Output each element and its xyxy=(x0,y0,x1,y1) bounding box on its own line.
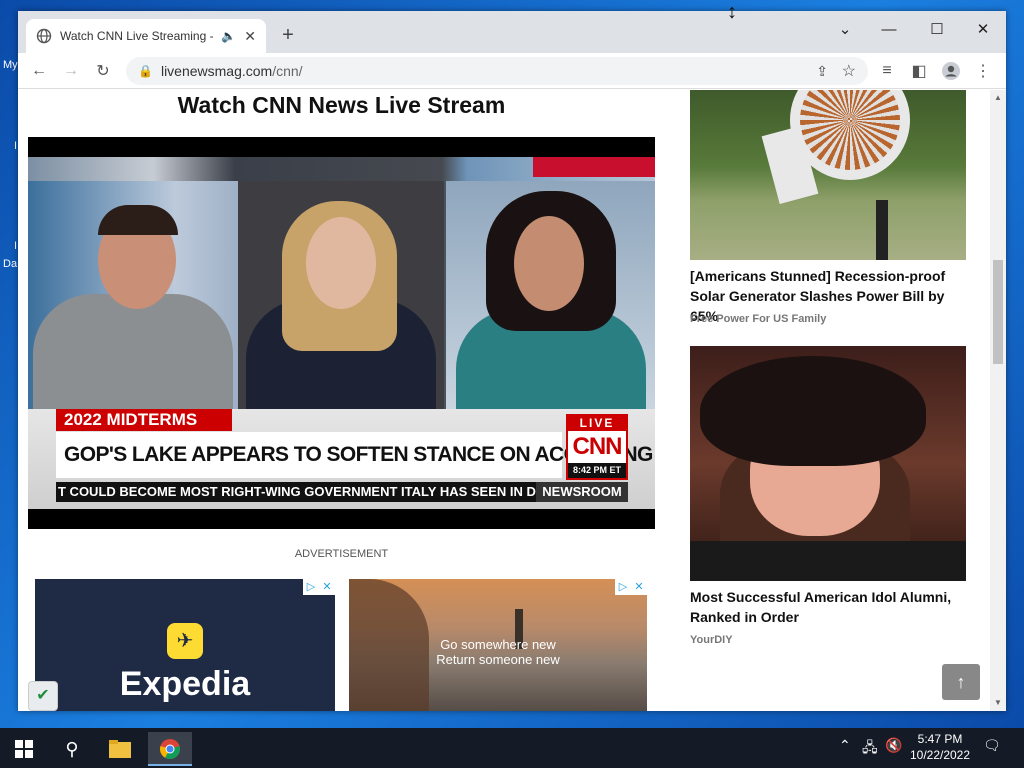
new-tab-button[interactable]: + xyxy=(276,23,300,47)
tab-search-button[interactable]: ⌄ xyxy=(822,15,868,43)
page-viewport: Watch CNN News Live Stream 2022 MIDTERMS… xyxy=(18,90,1006,711)
clock-date: 10/22/2022 xyxy=(909,748,971,762)
maximize-button[interactable]: ☐ xyxy=(914,15,960,43)
desktop-icon-label[interactable]: My xyxy=(3,59,18,71)
forward-button[interactable]: → xyxy=(59,59,83,83)
scroll-up-icon[interactable]: ▲ xyxy=(990,90,1006,106)
notification-icon[interactable]: 🗨 xyxy=(983,737,1001,754)
url-path: /cnn/ xyxy=(272,63,303,79)
ad-tagline: Go somewhere new Return someone new xyxy=(349,637,647,667)
sidebar-story-source: Free Power For US Family xyxy=(690,313,827,325)
close-ad-icon[interactable]: ✕ xyxy=(631,579,647,595)
ad-tagline-line2: Return someone new xyxy=(436,652,560,667)
page-title: Watch CNN News Live Stream xyxy=(177,92,506,118)
program-name: NEWSROOM xyxy=(536,482,628,502)
expedia-logo-icon: ✈ xyxy=(167,623,203,659)
file-explorer-icon[interactable] xyxy=(98,732,142,766)
anchor-panel-center xyxy=(238,181,444,409)
desktop-icon-label[interactable]: Da xyxy=(3,258,17,270)
anchor-panel-right xyxy=(446,181,655,409)
midterms-label: 2022 MIDTERMS xyxy=(56,409,232,431)
scrollbar-thumb[interactable] xyxy=(993,260,1003,364)
speaker-icon[interactable]: 🔈 xyxy=(221,29,236,43)
sidebar-story-title[interactable]: Most Successful American Idol Alumni, Ra… xyxy=(690,587,966,627)
desktop-icon-label[interactable]: I xyxy=(14,240,17,252)
lock-icon[interactable]: 🔒 xyxy=(138,64,153,78)
browser-toolbar: ← → ↻ 🔒 livenewsmag.com/cnn/ ⇪ ☆ ≡ ◧ ⋮ xyxy=(18,53,1006,89)
broadcast-time: 8:42 PM ET xyxy=(568,463,626,478)
expedia-ad[interactable]: ▷ ✕ ✈ Expedia xyxy=(35,579,335,711)
clock-time: 5:47 PM xyxy=(917,732,963,746)
globe-icon xyxy=(36,28,52,44)
browser-tab[interactable]: Watch CNN Live Streaming - 🔈 ✕ xyxy=(26,19,266,53)
system-clock[interactable]: 5:47 PM 10/22/2022 xyxy=(905,731,975,763)
advertisement-label: ADVERTISEMENT xyxy=(294,548,389,560)
resize-cursor-icon: ↕ xyxy=(727,1,737,23)
minimize-button[interactable]: — xyxy=(866,15,912,43)
scrollbar[interactable] xyxy=(990,90,1006,711)
adchoices-icon[interactable]: ▷ xyxy=(615,579,631,595)
scroll-to-top-button[interactable]: ↑ xyxy=(942,664,980,700)
url-domain: livenewsmag.com xyxy=(160,63,273,79)
back-button[interactable]: ← xyxy=(27,59,51,83)
cnn-logo: CNN xyxy=(572,433,623,460)
graphic-red-bar xyxy=(533,157,655,177)
media-control-icon[interactable]: ≡ xyxy=(875,59,899,83)
reload-button[interactable]: ↻ xyxy=(91,59,115,83)
news-ticker: T COULD BECOME MOST RIGHT-WING GOVERNMEN… xyxy=(56,482,628,502)
tab-title: Watch CNN Live Streaming - xyxy=(60,29,214,43)
video-frame xyxy=(28,157,655,409)
sidebar-story-source: YourDIY xyxy=(690,634,733,646)
ad-tagline-line1: Go somewhere new xyxy=(440,637,556,652)
adchoices-icon[interactable]: ▷ xyxy=(303,579,319,595)
desktop-icon-label[interactable]: I xyxy=(14,140,17,152)
address-bar[interactable]: 🔒 livenewsmag.com/cnn/ ⇪ ☆ xyxy=(126,57,868,85)
share-icon[interactable]: ⇪ xyxy=(816,63,828,80)
shield-icon[interactable]: ✔ xyxy=(28,681,58,711)
menu-icon[interactable]: ⋮ xyxy=(971,59,995,83)
anchor-panel-left xyxy=(28,181,238,409)
sidebar-image-2[interactable] xyxy=(690,346,966,581)
side-panel-icon[interactable]: ◧ xyxy=(907,59,931,83)
windows-start-icon[interactable] xyxy=(2,732,46,766)
bookmark-star-icon[interactable]: ☆ xyxy=(842,61,856,81)
ticker-text: T COULD BECOME MOST RIGHT-WING GOVERNMEN… xyxy=(58,484,536,499)
close-ad-icon[interactable]: ✕ xyxy=(319,579,335,595)
scroll-down-icon[interactable]: ▼ xyxy=(990,695,1006,711)
video-player[interactable]: 2022 MIDTERMS GOP'S LAKE APPEARS TO SOFT… xyxy=(28,137,655,529)
browser-window: Watch CNN Live Streaming - 🔈 ✕ + ⌄ — ☐ ✕… xyxy=(18,11,1006,711)
close-window-button[interactable]: ✕ xyxy=(960,15,1006,43)
title-bar: Watch CNN Live Streaming - 🔈 ✕ + ⌄ — ☐ ✕ xyxy=(18,11,1006,53)
taskbar: ⚲ ⌃ 🖧 🔇 5:47 PM 10/22/2022 🗨 xyxy=(0,728,1024,768)
chrome-icon[interactable] xyxy=(148,732,192,766)
sidebar-image-1[interactable] xyxy=(690,90,966,260)
network-icon[interactable]: 🖧 xyxy=(862,737,878,761)
travel-ad[interactable]: ▷ ✕ Go somewhere new Return someone new xyxy=(349,579,647,711)
news-headline: GOP'S LAKE APPEARS TO SOFTEN STANCE ON A… xyxy=(56,432,655,478)
speaker-muted-icon[interactable]: 🔇 xyxy=(885,737,902,754)
profile-avatar-icon[interactable] xyxy=(939,59,963,83)
search-icon[interactable]: ⚲ xyxy=(50,732,94,766)
cnn-live-bug: LIVE CNN 8:42 PM ET xyxy=(566,414,628,480)
close-icon[interactable]: ✕ xyxy=(244,28,256,45)
live-label: LIVE xyxy=(568,416,626,431)
chevron-up-icon[interactable]: ⌃ xyxy=(839,737,851,754)
expedia-brand: Expedia xyxy=(119,665,251,703)
